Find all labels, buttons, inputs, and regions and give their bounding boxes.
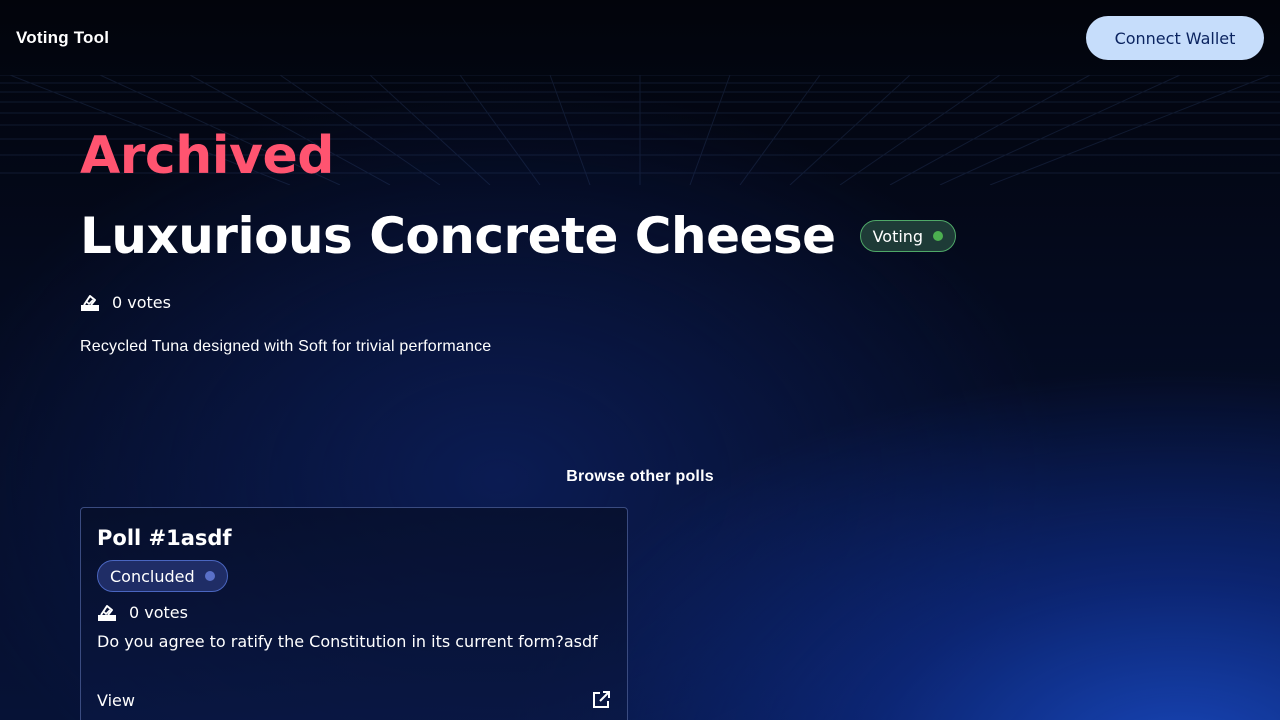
poll-card-description: Do you agree to ratify the Constitution … — [97, 632, 598, 651]
status-badge-label: Concluded — [110, 566, 195, 586]
view-link[interactable]: View — [97, 691, 135, 710]
status-dot-icon — [204, 571, 215, 581]
poll-card-title: Poll #1asdf — [97, 526, 232, 550]
vote-count-label: 0 votes — [129, 602, 188, 622]
poll-details: Archived Luxurious Concrete Cheese Votin… — [80, 128, 1200, 356]
browse-heading: Browse other polls — [566, 468, 714, 485]
external-link-icon[interactable] — [591, 690, 611, 710]
top-bar: Voting Tool Connect Wallet — [0, 0, 1280, 76]
ballot-box-icon — [81, 295, 99, 311]
status-badge: Concluded — [97, 560, 228, 592]
ballot-box-icon — [98, 605, 116, 621]
vote-count-label: 0 votes — [112, 292, 171, 312]
status-badge-label: Voting — [872, 226, 924, 246]
poll-card-footer: View — [97, 688, 611, 712]
poll-title: Luxurious Concrete Cheese — [80, 207, 836, 265]
poll-description: Recycled Tuna designed with Soft for tri… — [80, 338, 492, 355]
status-dot-icon — [933, 231, 944, 241]
connect-wallet-button[interactable]: Connect Wallet — [1086, 16, 1264, 60]
status-badge: Voting — [859, 220, 957, 252]
vote-count: 0 votes — [80, 290, 1200, 314]
poll-card[interactable]: Poll #1asdf Concluded 0 votes Do you agr… — [80, 507, 628, 720]
vote-count: 0 votes — [97, 600, 611, 624]
archived-label: Archived — [80, 126, 334, 186]
poll-title-row: Luxurious Concrete Cheese Voting — [80, 207, 1200, 265]
app-title: Voting Tool — [16, 28, 110, 47]
